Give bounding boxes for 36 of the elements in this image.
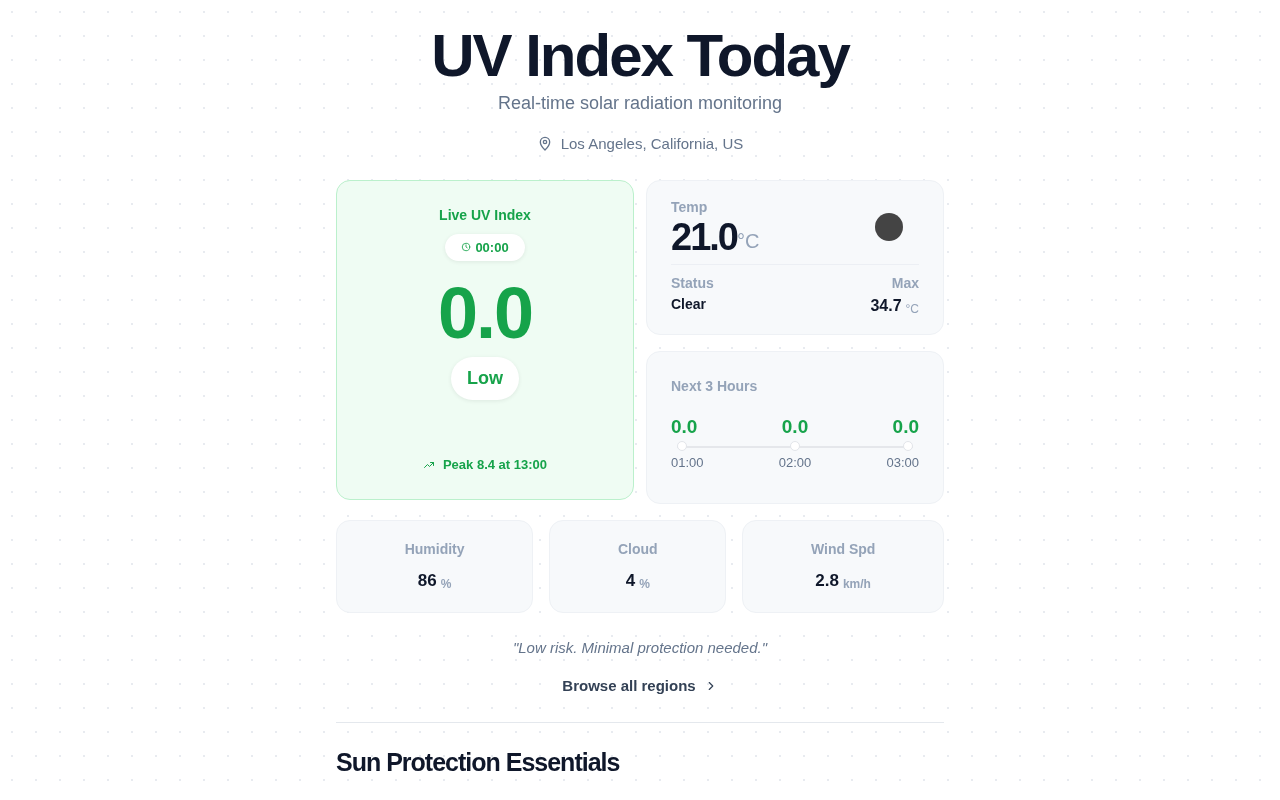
forecast-title: Next 3 Hours [671,376,759,396]
stat-label: Humidity [404,539,465,559]
forecast-time: 03:00 [886,454,919,472]
status-value: Clear [671,294,708,314]
max-label: Max [890,273,919,293]
location-text: Los Angeles, California, US [560,134,744,154]
forecast-value: 0.0 [781,414,809,439]
max-unit: °C [905,300,919,318]
temp-label: Temp [671,197,709,217]
stat-value: 86 [417,569,437,592]
temp-value: 21.0 [671,217,737,256]
temp-unit: °C [736,229,760,254]
browse-link[interactable]: Browse all regions [562,675,718,698]
advice-text: "Low risk. Minimal protection needed." [511,637,769,658]
status-label: Status [671,273,714,293]
uv-value: 0.0 [437,277,533,349]
stat-unit: km/h [842,576,871,594]
peak-text: Peak 8.4 at 13:00 [442,456,548,474]
stat-label: Cloud [617,539,658,559]
forecast-time: 02:00 [778,454,812,472]
section-title: Sun Protection Essentials [336,747,621,777]
stat-unit: % [440,576,452,594]
risk-level-badge: Low [451,357,519,400]
stat-label: Wind Spd [810,539,876,559]
forecast-value: 0.0 [671,414,698,439]
clock-icon [461,242,472,253]
forecast-time: 01:00 [671,454,704,472]
max-value: 34.7 [870,295,902,316]
time-badge: 00:00 [445,233,525,261]
stat-unit: % [639,576,650,594]
card-label: Live UV Index [439,205,531,225]
stat-value: 4 [625,569,636,592]
page-title: UV Index Today [430,26,851,86]
page-subtitle: Real-time solar radiation monitoring [496,92,784,115]
stat-value: 2.8 [815,569,839,592]
forecast-value: 0.0 [892,414,919,439]
